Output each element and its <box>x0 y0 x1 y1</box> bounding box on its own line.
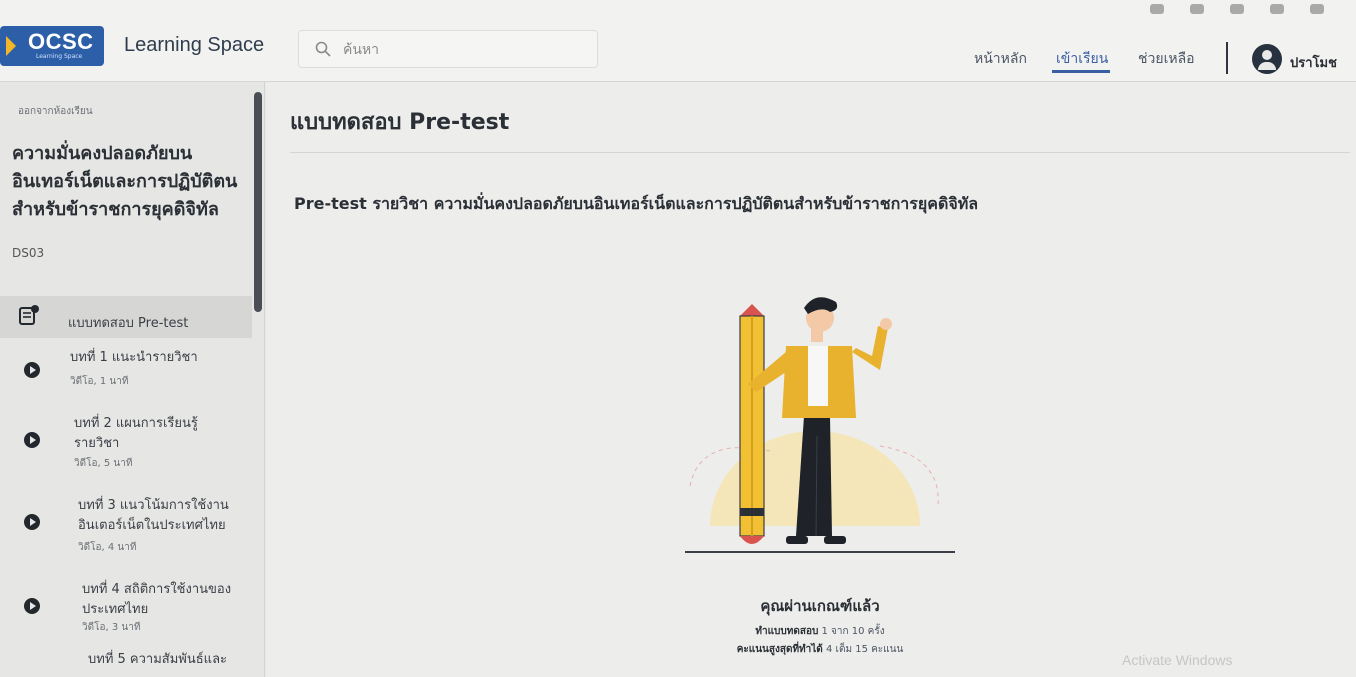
top-bar: OCSC Learning Space Learning Space หน้าห… <box>0 0 1356 82</box>
pencil-person-illustration <box>685 297 955 553</box>
tray-icon <box>1150 4 1164 14</box>
lesson-4-meta: วิดีโอ, 3 นาที <box>82 622 141 633</box>
logo-subtext: Learning Space <box>36 53 83 60</box>
user-avatar-icon[interactable] <box>1252 44 1282 74</box>
sidebar-scrollbar[interactable] <box>254 92 262 312</box>
tray-icon <box>1190 4 1204 14</box>
play-circle-icon <box>24 514 40 530</box>
best-score-label: คะแนนสูงสุดที่ทำได้ <box>736 644 823 655</box>
nav-active-indicator <box>1052 70 1110 73</box>
lesson-1-meta: วิดีโอ, 1 นาที <box>70 376 129 387</box>
nav-help[interactable]: ช่วยเหลือ <box>1138 48 1195 70</box>
search-input[interactable] <box>343 39 583 61</box>
logo-text: OCSC <box>28 29 94 54</box>
sidebar-item-lesson-5[interactable]: บทที่ 5 ความสัมพันธ์และ <box>88 650 258 670</box>
play-circle-icon <box>24 598 40 614</box>
lesson-2-meta: วิดีโอ, 5 นาที <box>74 458 133 469</box>
result-title: คุณผ่านเกณฑ์แล้ว <box>760 597 880 615</box>
attempts-label: ทำแบบทดสอบ <box>755 626 819 637</box>
course-title: ความมั่นคงปลอดภัยบนอินเทอร์เน็ตและการปฏิ… <box>12 143 238 220</box>
sidebar-item-lesson-2[interactable]: บทที่ 2 แผนการเรียนรู้รายวิชา <box>74 414 234 454</box>
sidebar-item-lesson-3[interactable]: บทที่ 3 แนวโน้มการใช้งานอินเตอร์เน็ตในปร… <box>78 496 250 536</box>
nav-home[interactable]: หน้าหลัก <box>974 48 1027 70</box>
pretest-subtitle: Pre-test รายวิชา ความมั่นคงปลอดภัยบนอินเ… <box>294 194 979 213</box>
best-score-line: คะแนนสูงสุดที่ทำได้ 4 เต็ม 15 คะแนน <box>640 642 1000 657</box>
search-box[interactable] <box>298 30 598 68</box>
course-code: DS03 <box>12 246 45 260</box>
search-icon <box>315 41 331 57</box>
sidebar-item-lesson-1[interactable]: บทที่ 1 แนะนำรายวิชา <box>70 348 240 368</box>
app-title: Learning Space <box>124 34 265 56</box>
lesson-3-meta: วิดีโอ, 4 นาที <box>78 542 137 553</box>
user-name[interactable]: ปราโมช <box>1290 52 1337 73</box>
activate-windows-watermark: Activate Windows <box>1122 652 1233 668</box>
title-divider <box>290 152 1350 153</box>
tray-icon <box>1230 4 1244 14</box>
play-circle-icon <box>24 362 40 378</box>
logo-chevron-icon <box>6 36 16 56</box>
nav-divider <box>1226 42 1228 74</box>
attempts-line: ทำแบบทดสอบ 1 จาก 10 ครั้ง <box>640 624 1000 639</box>
sidebar-item-pretest-label: แบบทดสอบ Pre-test <box>68 316 189 331</box>
attempts-value: 1 จาก 10 ครั้ง <box>821 626 885 637</box>
play-circle-icon <box>24 432 40 448</box>
back-to-class-link[interactable]: ออกจากห้องเรียน <box>18 104 93 119</box>
tray-icon <box>1270 4 1284 14</box>
page-title: แบบทดสอบ Pre-test <box>290 110 510 135</box>
sidebar-item-lesson-4[interactable]: บทที่ 4 สถิติการใช้งานของประเทศไทย <box>82 580 250 620</box>
nav-enroll[interactable]: เข้าเรียน <box>1056 48 1108 70</box>
ocsc-logo[interactable]: OCSC Learning Space <box>0 26 104 66</box>
quiz-document-icon <box>19 305 39 325</box>
tray-icon <box>1310 4 1324 14</box>
best-score-value: 4 เต็ม 15 คะแนน <box>825 644 904 655</box>
